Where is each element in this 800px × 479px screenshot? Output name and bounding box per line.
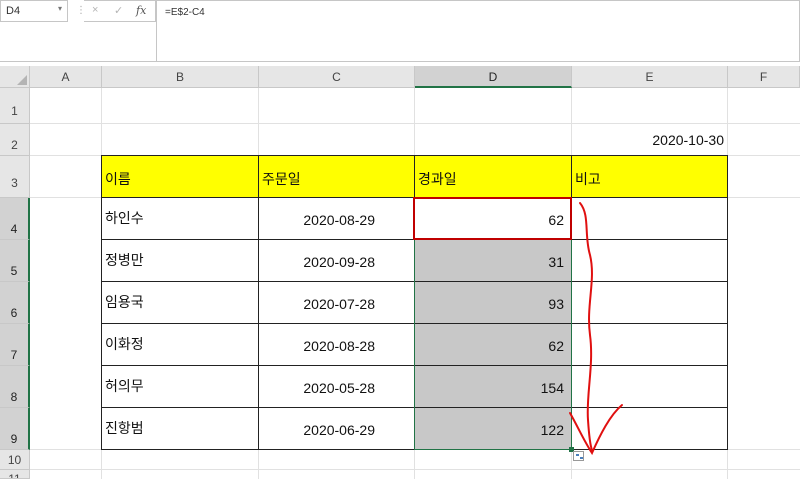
cell-order-date[interactable]: 2020-05-28 bbox=[258, 365, 415, 408]
row-header-10[interactable]: 10 bbox=[0, 450, 30, 470]
enter-icon[interactable]: ✓ bbox=[114, 4, 123, 17]
name-box-dropdown-icon[interactable]: ▾ bbox=[58, 4, 62, 13]
cancel-icon[interactable]: × bbox=[92, 4, 98, 16]
row-header-5[interactable]: 5 bbox=[0, 240, 30, 282]
cell-e3-header-note[interactable]: 비고 bbox=[571, 155, 728, 198]
row-header-9[interactable]: 9 bbox=[0, 408, 30, 450]
row-header-11[interactable]: 11 bbox=[0, 470, 30, 479]
formula-bar-grip-icon: ⋮ bbox=[76, 5, 86, 16]
cell-order-date[interactable]: 2020-07-28 bbox=[258, 281, 415, 324]
gridline bbox=[30, 469, 800, 470]
cell-days[interactable]: 93 bbox=[414, 281, 572, 324]
cell-name[interactable]: 진항범 bbox=[101, 407, 259, 450]
column-header-f[interactable]: F bbox=[728, 66, 800, 88]
column-header-d[interactable]: D bbox=[415, 66, 572, 88]
column-header-b[interactable]: B bbox=[102, 66, 259, 88]
cell-c3-header-order-date[interactable]: 주문일 bbox=[258, 155, 415, 198]
formula-bar-buttons: × ✓ fx bbox=[84, 0, 156, 22]
cell-order-date[interactable]: 2020-08-29 bbox=[258, 197, 415, 240]
column-header-a[interactable]: A bbox=[30, 66, 102, 88]
cell-name[interactable]: 하인수 bbox=[101, 197, 259, 240]
cell-days[interactable]: 154 bbox=[414, 365, 572, 408]
row-header-2[interactable]: 2 bbox=[0, 124, 30, 156]
column-header-c[interactable]: C bbox=[259, 66, 415, 88]
cell-days[interactable]: 31 bbox=[414, 239, 572, 282]
cell-order-date[interactable]: 2020-09-28 bbox=[258, 239, 415, 282]
row-header-3[interactable]: 3 bbox=[0, 156, 30, 198]
row-header-1[interactable]: 1 bbox=[0, 88, 30, 124]
cell-days[interactable]: 122 bbox=[414, 407, 572, 450]
row-header-4[interactable]: 4 bbox=[0, 198, 30, 240]
cell-name[interactable]: 정병만 bbox=[101, 239, 259, 282]
formula-input[interactable]: =E$2-C4 bbox=[156, 0, 800, 62]
column-header-e[interactable]: E bbox=[572, 66, 728, 88]
cell-name[interactable]: 이화정 bbox=[101, 323, 259, 366]
cell-order-date[interactable]: 2020-08-28 bbox=[258, 323, 415, 366]
formula-bar-background bbox=[0, 22, 156, 62]
function-icon[interactable]: fx bbox=[136, 4, 146, 17]
cell-b3-header-name[interactable]: 이름 bbox=[101, 155, 259, 198]
row-header-7[interactable]: 7 bbox=[0, 324, 30, 366]
row-header-6[interactable]: 6 bbox=[0, 282, 30, 324]
select-all-triangle-icon bbox=[17, 75, 27, 85]
cell-days[interactable]: 62 bbox=[414, 323, 572, 366]
cell-d3-header-days[interactable]: 경과일 bbox=[414, 155, 572, 198]
annotation-arrow-icon bbox=[569, 202, 623, 456]
cell-name[interactable]: 허의무 bbox=[101, 365, 259, 408]
cell-order-date[interactable]: 2020-06-29 bbox=[258, 407, 415, 450]
cell-e2-reference-date[interactable]: 2020-10-30 bbox=[572, 124, 727, 156]
cell-name[interactable]: 임용국 bbox=[101, 281, 259, 324]
row-header-8[interactable]: 8 bbox=[0, 366, 30, 408]
cell-days-active[interactable]: 62 bbox=[414, 197, 572, 240]
